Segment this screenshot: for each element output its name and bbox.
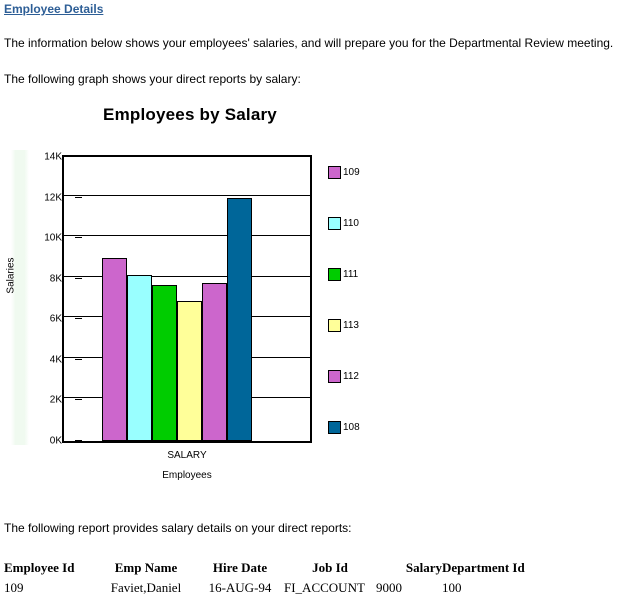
legend-swatch-icon [328, 420, 341, 434]
legend-swatch-icon [328, 369, 341, 383]
legend-item-108[interactable]: 108 [328, 420, 360, 434]
y-axis-tick-label: 12K [44, 192, 62, 204]
cell-department-id: 100 [442, 580, 462, 595]
y-axis-tick-label: 4K [49, 354, 62, 366]
legend-label: 112 [343, 370, 359, 382]
legend-swatch-icon [328, 267, 341, 281]
cell-hire-date: 16-AUG-94 [208, 580, 272, 595]
cell-salary: 9000 [376, 580, 402, 595]
column-header-hire-date: Hire Date [212, 560, 268, 575]
legend-item-109[interactable]: 109 [328, 165, 360, 179]
chart-title: Employees by Salary [103, 105, 277, 124]
salary-bar-chart: Employees by Salary Salaries 14K 12K 10K 8K… [0, 95, 420, 485]
legend-item-113[interactable]: 113 [328, 318, 359, 332]
column-header-department-id: Department Id [442, 560, 525, 575]
report-intro-paragraph: The following report provides salary det… [4, 521, 352, 535]
x-axis-title: Employees [162, 470, 212, 481]
cell-employee-id: 109 [4, 580, 24, 595]
legend-swatch-icon [328, 318, 341, 332]
page-title[interactable]: Employee Details [4, 2, 103, 16]
cell-emp-name: Faviet,Daniel [110, 580, 182, 595]
y-axis-title: Salaries [5, 257, 17, 294]
column-header-employee-id: Employee Id [4, 560, 75, 575]
bar-109[interactable] [102, 258, 127, 441]
bar-110[interactable] [127, 275, 152, 441]
legend-label: 113 [343, 319, 359, 331]
legend-label: 111 [343, 268, 359, 280]
legend-item-112[interactable]: 112 [328, 369, 359, 383]
chart-legend: 109 110 111 113 112 108 [328, 165, 418, 455]
x-category-label: SALARY [167, 450, 207, 461]
legend-item-111[interactable]: 111 [328, 267, 358, 281]
column-header-salary: Salary [405, 560, 442, 575]
intro-paragraph: The information below shows your employe… [4, 36, 614, 50]
y-axis-tick-label: 6K [49, 313, 62, 325]
cell-job-id: FI_ACCOUNT [284, 580, 365, 595]
y-axis-tick-label: 0K [49, 435, 62, 447]
column-header-emp-name: Emp Name [114, 560, 178, 575]
legend-swatch-icon [328, 165, 341, 179]
legend-label: 109 [343, 166, 360, 178]
salary-details-table: Employee Id Emp Name Hire Date Job Id Sa… [4, 560, 542, 596]
y-axis-tick-labels: 14K 12K 10K 8K 6K 4K 2K 0K [20, 151, 82, 447]
legend-label: 108 [343, 421, 360, 433]
bar-112[interactable] [202, 283, 227, 441]
y-axis-tick-label: 14K [44, 151, 62, 163]
column-header-job-id: Job Id [312, 560, 348, 575]
legend-swatch-icon [328, 216, 341, 230]
table-row[interactable]: 109 Faviet,Daniel 16-AUG-94 FI_ACCOUNT 9000 1… [4, 580, 542, 596]
y-axis-tick-label: 2K [49, 394, 62, 406]
graph-intro-paragraph: The following graph shows your direct re… [4, 72, 301, 86]
bar-group [62, 155, 312, 443]
y-axis-tick-label: 8K [49, 273, 62, 285]
bar-108[interactable] [227, 198, 252, 441]
y-axis-tick-label: 10K [44, 232, 62, 244]
bar-111[interactable] [152, 285, 177, 441]
legend-item-110[interactable]: 110 [328, 216, 359, 230]
bar-113[interactable] [177, 301, 202, 441]
table-header-row: Employee Id Emp Name Hire Date Job Id Sa… [4, 560, 542, 580]
legend-label: 110 [343, 217, 359, 229]
